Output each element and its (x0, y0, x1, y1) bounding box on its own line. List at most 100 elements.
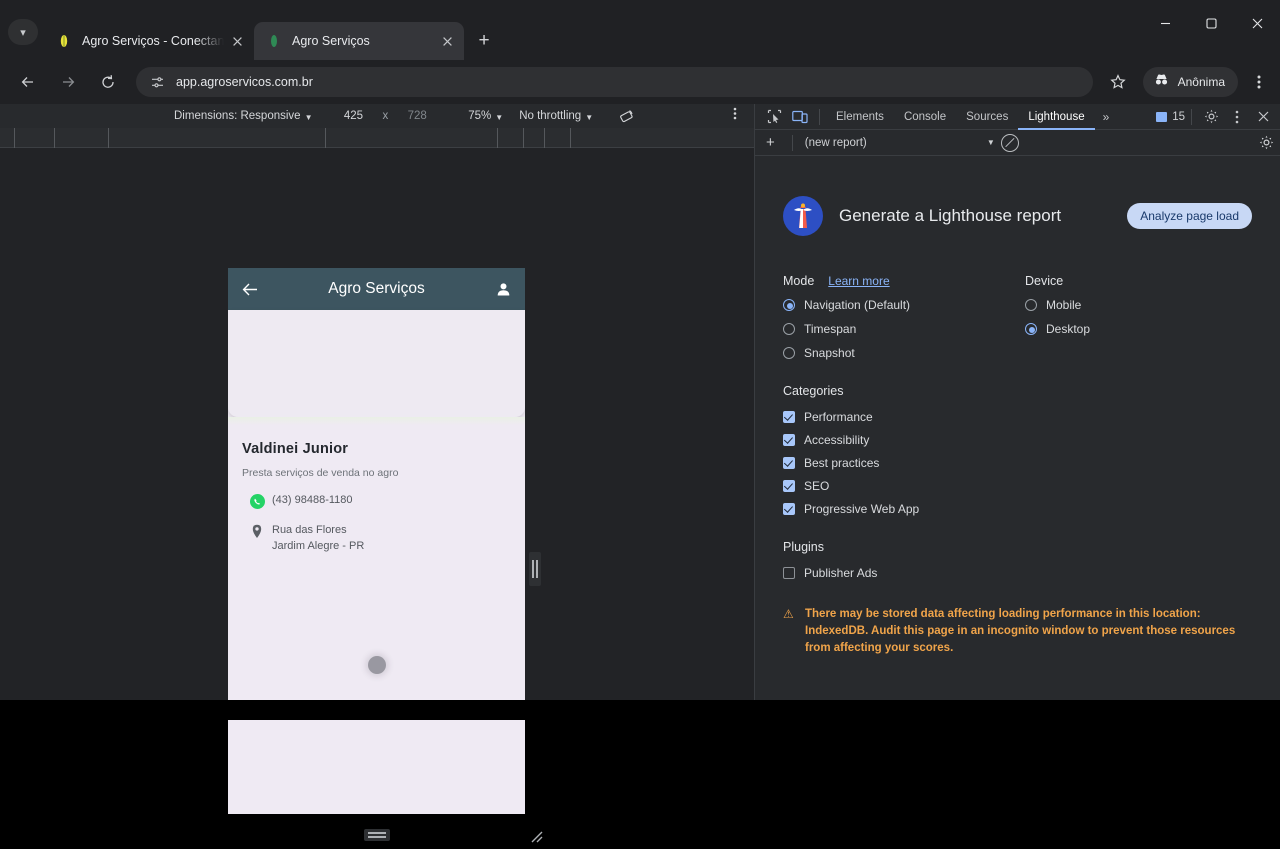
checkbox-icon (783, 457, 795, 469)
contact-name: Valdinei Junior (242, 441, 349, 457)
chevron-down-icon: ▾ (20, 26, 26, 39)
tab-lighthouse[interactable]: Lighthouse (1018, 104, 1094, 130)
close-button[interactable] (1234, 0, 1280, 46)
report-selector[interactable]: (new report) ▼ (805, 137, 995, 149)
resize-height-handle[interactable] (364, 829, 390, 841)
forward-arrow-icon[interactable] (52, 66, 84, 98)
tab-strip: ▾ Agro Serviços - Conectando Pro Agro Se… (0, 0, 1280, 60)
learn-more-link[interactable]: Learn more (828, 274, 889, 288)
browser-toolbar: app.agroservicos.com.br Anônima (0, 60, 1280, 104)
plus-icon: + (478, 30, 490, 51)
close-icon[interactable] (438, 32, 456, 50)
window-controls (1142, 0, 1280, 46)
tab-console[interactable]: Console (894, 104, 956, 130)
categories-section: Categories Performance Accessibility Bes… (783, 384, 1252, 516)
resize-width-handle[interactable] (529, 552, 541, 586)
message-count-badge[interactable]: 15 (1156, 111, 1185, 123)
chevron-right-icon[interactable]: » (1095, 110, 1118, 124)
device-option-mobile[interactable]: Mobile (1025, 298, 1090, 312)
zoom-selector[interactable]: 75% ▼ (468, 110, 503, 122)
emulated-mobile-viewport[interactable]: Agro Serviços Valdinei Junior Presta ser… (228, 268, 525, 814)
category-pwa[interactable]: Progressive Web App (783, 502, 1252, 516)
plugin-label: Publisher Ads (804, 566, 878, 580)
category-seo[interactable]: SEO (783, 479, 1252, 493)
throttling-label: No throttling (519, 110, 582, 122)
new-tab-button[interactable]: + (470, 27, 498, 55)
dock-menu-icon[interactable] (1224, 105, 1250, 129)
tab-search-button[interactable]: ▾ (8, 19, 38, 45)
tab-title: Agro Serviços (292, 34, 370, 48)
chevron-down-icon: ▼ (304, 112, 313, 122)
inspect-element-icon[interactable] (761, 105, 787, 129)
incognito-icon (1153, 72, 1170, 92)
contact-details: Valdinei Junior Presta serviços de venda… (228, 425, 525, 555)
device-option-desktop[interactable]: Desktop (1025, 322, 1090, 336)
viewport-ruler (0, 128, 754, 148)
back-arrow-icon[interactable] (12, 66, 44, 98)
incognito-indicator[interactable]: Anônima (1142, 67, 1238, 97)
tab-elements[interactable]: Elements (826, 104, 894, 130)
reload-icon[interactable] (92, 66, 124, 98)
minimize-button[interactable] (1142, 0, 1188, 46)
mode-option-label: Navigation (Default) (804, 298, 911, 312)
checkbox-icon (783, 567, 795, 579)
url-text: app.agroservicos.com.br (176, 75, 313, 89)
viewport-height-input[interactable]: 728 (400, 110, 434, 122)
phone-row[interactable]: (43) 98488-1180 (242, 493, 511, 509)
chevron-down-icon: ▼ (986, 138, 995, 147)
tab-title: Agro Serviços - Conectando Pro (82, 34, 224, 48)
checkbox-icon (783, 503, 795, 515)
profile-banner-card (228, 310, 525, 417)
category-accessibility[interactable]: Accessibility (783, 433, 1252, 447)
contact-address: Rua das Flores Jardim Alegre - PR (272, 523, 364, 555)
viewport-width-input[interactable]: 425 (336, 110, 370, 122)
tab-sources[interactable]: Sources (956, 104, 1018, 130)
device-toolbar-more-icon[interactable] (726, 107, 744, 123)
report-selector-value: (new report) (804, 136, 867, 149)
mode-title: Mode (783, 274, 815, 288)
kebab-menu-icon[interactable] (1244, 65, 1274, 99)
warning-text: There may be stored data affecting loadi… (805, 608, 1236, 655)
star-icon[interactable] (1101, 65, 1135, 99)
browser-tab-2[interactable]: Agro Serviços (254, 22, 464, 60)
plugin-publisher-ads[interactable]: Publisher Ads (783, 566, 1252, 580)
radio-icon (783, 347, 795, 359)
rotate-device-icon[interactable] (619, 109, 634, 124)
plus-icon[interactable]: + (761, 134, 780, 151)
dimensions-selector[interactable]: Dimensions: Responsive ▼ (174, 110, 312, 122)
checkbox-icon (783, 434, 795, 446)
category-performance[interactable]: Performance (783, 410, 1252, 424)
device-section: Device Mobile Desktop (1025, 274, 1090, 360)
category-best-practices[interactable]: Best practices (783, 456, 1252, 470)
resize-corner-handle[interactable] (528, 828, 544, 844)
browser-tab-1[interactable]: Agro Serviços - Conectando Pro (44, 22, 254, 60)
dimensions-label: Dimensions: Responsive (174, 110, 301, 122)
chevron-down-icon: ▼ (495, 112, 504, 122)
device-toolbar-icon[interactable] (787, 105, 813, 129)
mode-option-snapshot[interactable]: Snapshot (783, 346, 1025, 360)
mode-option-navigation[interactable]: Navigation (Default) (783, 298, 1025, 312)
close-icon[interactable] (228, 32, 246, 50)
maximize-button[interactable] (1188, 0, 1234, 46)
throttling-selector[interactable]: No throttling ▼ (519, 110, 593, 122)
address-bar[interactable]: app.agroservicos.com.br (136, 67, 1093, 97)
browser-window: ▾ Agro Serviços - Conectando Pro Agro Se… (0, 0, 1280, 843)
person-icon[interactable] (489, 282, 511, 297)
lighthouse-header: Generate a Lighthouse report Analyze pag… (783, 196, 1252, 236)
mode-option-timespan[interactable]: Timespan (783, 322, 1025, 336)
plugins-section: Plugins Publisher Ads (783, 540, 1252, 580)
analyze-page-load-button[interactable]: Analyze page load (1127, 203, 1252, 229)
page-viewport-area: Dimensions: Responsive ▼ 425 x 728 75% ▼… (0, 104, 754, 843)
site-settings-icon[interactable] (148, 73, 166, 91)
devtools-panel: Elements Console Sources Lighthouse » 15 (754, 104, 1280, 700)
chevron-down-icon: ▼ (585, 112, 594, 122)
back-arrow-icon[interactable] (242, 282, 264, 297)
screen-bottom-bar (0, 700, 1280, 720)
whatsapp-icon (242, 493, 272, 509)
clear-icon[interactable] (1000, 133, 1019, 152)
lighthouse-title: Generate a Lighthouse report (839, 206, 1062, 225)
gear-icon[interactable] (1259, 135, 1274, 150)
close-icon[interactable] (1250, 105, 1276, 129)
message-icon (1156, 111, 1168, 122)
gear-icon[interactable] (1198, 105, 1224, 129)
